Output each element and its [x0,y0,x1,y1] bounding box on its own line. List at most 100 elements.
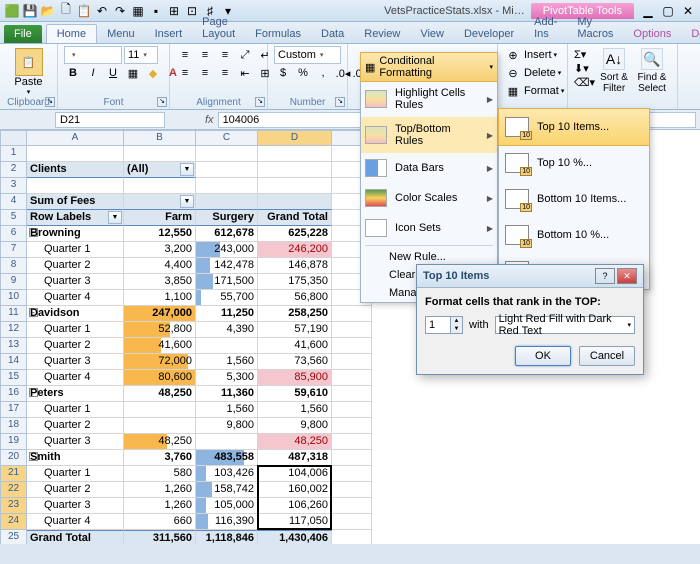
col-header[interactable]: D [258,130,332,146]
cell[interactable]: 142,478 [196,258,258,274]
border-button[interactable]: ▦ [124,64,142,82]
underline-button[interactable]: U [104,64,122,82]
cell[interactable]: -Davidson [27,306,124,322]
paste-button[interactable]: 📋 Paste ▾ [6,46,51,98]
cell[interactable]: 175,350 [258,274,332,290]
cell[interactable]: -Peters [27,386,124,402]
cell[interactable]: 1,100 [124,290,196,306]
cell[interactable]: 246,200 [258,242,332,258]
restore-icon[interactable]: ▢ [660,3,676,19]
cell[interactable]: -Browning [27,226,124,242]
cell[interactable]: 48,250 [258,434,332,450]
tab-review[interactable]: Review [354,25,410,43]
cell[interactable]: Quarter 1 [27,466,124,482]
alignment-launcher[interactable]: ↘ [255,97,265,107]
font-launcher[interactable]: ↘ [157,97,167,107]
cell[interactable]: 41,600 [258,338,332,354]
open-icon[interactable]: 📂 [40,3,56,19]
cell[interactable]: 117,050 [258,514,332,530]
cell[interactable] [27,146,124,162]
cell[interactable]: 1,560 [196,402,258,418]
cf-top-bottom-rules[interactable]: Top/Bottom Rules▶ [361,117,497,153]
undo-icon[interactable]: ↶ [94,3,110,19]
fill-button[interactable]: ⬇▾ [574,62,595,75]
qat-icon[interactable]: ▦ [130,3,146,19]
conditional-formatting-button[interactable]: ▦ Conditional Formatting▾ [360,52,498,82]
sort-filter-button[interactable]: A↓Sort & Filter [595,46,633,109]
cell[interactable] [258,194,332,210]
cell[interactable]: 487,318 [258,450,332,466]
cell[interactable]: Quarter 1 [27,242,124,258]
cell[interactable]: 612,678 [196,226,258,242]
cell[interactable]: 57,190 [258,322,332,338]
cell[interactable] [27,178,124,194]
save-icon[interactable]: 💾 [22,3,38,19]
cell[interactable]: Farm [124,210,196,226]
cell[interactable]: Quarter 4 [27,370,124,386]
cell[interactable]: 1,560 [196,354,258,370]
tab-insert[interactable]: Insert [145,25,193,43]
cell[interactable]: Surgery [196,210,258,226]
qat-icon[interactable]: ▪ [148,3,164,19]
row-header[interactable]: 3 [0,178,27,194]
format-button[interactable]: ▦ [504,82,522,100]
row-header[interactable]: 12 [0,322,27,338]
tab-design[interactable]: Design [681,25,700,43]
tab-data[interactable]: Data [311,25,354,43]
format-combo[interactable]: Light Red Fill with Dark Red Text▾ [495,316,635,334]
cell[interactable]: 116,390 [196,514,258,530]
cf-icon-sets[interactable]: Icon Sets▶ [361,213,497,243]
delete-button[interactable]: ⊖ [504,64,522,82]
tab-options[interactable]: Options [623,25,681,43]
row-header[interactable]: 9 [0,274,27,290]
row-header[interactable]: 4 [0,194,27,210]
cell[interactable]: 104,006 [258,466,332,482]
cell[interactable] [196,162,258,178]
cell[interactable]: 1,430,406 [258,530,332,544]
cell[interactable]: 1,560 [258,402,332,418]
currency-button[interactable]: $ [274,64,292,82]
cell[interactable]: 5,300 [196,370,258,386]
cell[interactable]: Sum of Fees [27,194,124,210]
dialog-titlebar[interactable]: Top 10 Items ? ✕ [417,265,643,288]
cell[interactable]: Quarter 3 [27,274,124,290]
row-header[interactable]: 21 [0,466,27,482]
col-header[interactable]: B [124,130,196,146]
cell[interactable]: 9,800 [196,418,258,434]
cell[interactable]: 660 [124,514,196,530]
cell[interactable] [124,402,196,418]
cell[interactable] [258,178,332,194]
cell[interactable]: 311,560 [124,530,196,544]
cell[interactable]: Clients [27,162,124,178]
row-header[interactable]: 18 [0,418,27,434]
cell[interactable]: Quarter 1 [27,322,124,338]
cell[interactable]: 59,610 [258,386,332,402]
cell[interactable]: 625,228 [258,226,332,242]
tab-developer[interactable]: Developer [454,25,524,43]
cell[interactable]: 483,558 [196,450,258,466]
cell[interactable] [196,194,258,210]
row-header[interactable]: 8 [0,258,27,274]
row-header[interactable]: 10 [0,290,27,306]
cell[interactable]: 171,500 [196,274,258,290]
cell[interactable]: 3,850 [124,274,196,290]
row-header[interactable]: 25 [0,530,27,544]
new-icon[interactable]: 🗋 [58,3,74,19]
row-header[interactable]: 11 [0,306,27,322]
row-header[interactable]: 17 [0,402,27,418]
cell[interactable]: 48,250 [124,434,196,450]
qat-icon[interactable]: ⊞ [166,3,182,19]
font-size-combo[interactable]: 11▾ [124,46,158,64]
indent-dec-button[interactable]: ⇤ [236,64,254,82]
cell[interactable]: 73,560 [258,354,332,370]
cell[interactable]: Quarter 3 [27,434,124,450]
cell[interactable] [196,338,258,354]
cell[interactable]: 160,002 [258,482,332,498]
cell[interactable]: 258,250 [258,306,332,322]
tab-formulas[interactable]: Formulas [245,25,311,43]
name-box[interactable]: D21 [55,112,165,128]
cell[interactable]: Quarter 1 [27,402,124,418]
cell[interactable]: 85,900 [258,370,332,386]
align-top-button[interactable]: ≡ [176,46,194,64]
redo-icon[interactable]: ↷ [112,3,128,19]
